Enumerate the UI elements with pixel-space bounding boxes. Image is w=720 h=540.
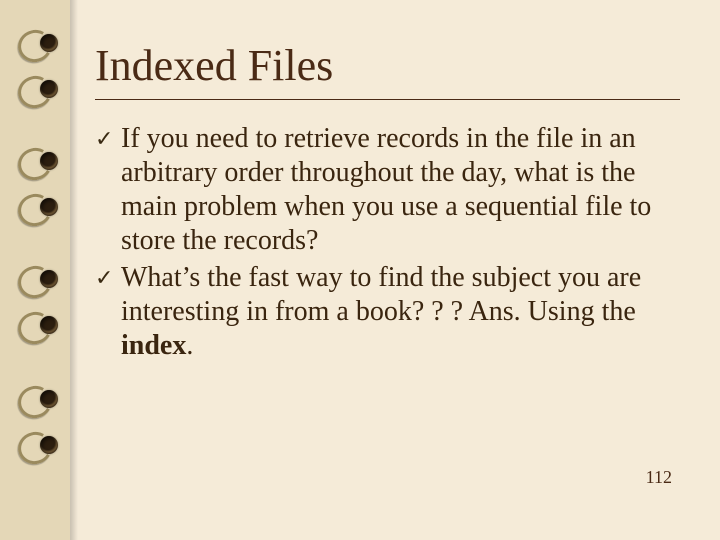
binder-ring (28, 312, 62, 356)
binder-ring (28, 194, 62, 238)
bullet-text: If you need to retrieve records in the f… (121, 122, 680, 259)
bullet-item: If you need to retrieve records in the f… (95, 122, 680, 259)
title-rule (95, 99, 680, 100)
binder-ring (28, 386, 62, 430)
binder-ring (28, 30, 62, 74)
slide-title: Indexed Files (95, 40, 680, 91)
checkmark-icon (95, 261, 121, 363)
bullet-text: What’s the fast way to find the subject … (121, 261, 680, 363)
slide: Indexed Files If you need to retrieve re… (0, 0, 720, 540)
bullet-text-pre: What’s the fast way to find the subject … (121, 262, 641, 327)
slide-body: If you need to retrieve records in the f… (95, 122, 680, 363)
binder-ring (28, 432, 62, 476)
ring-binder (0, 0, 70, 540)
binder-ring (28, 266, 62, 310)
binder-ring (28, 76, 62, 120)
bullet-text-bold: index (121, 330, 186, 361)
page-number: 112 (646, 467, 672, 488)
checkmark-icon (95, 122, 121, 259)
bullet-text-post: . (186, 330, 193, 361)
bullet-item: What’s the fast way to find the subject … (95, 261, 680, 363)
binder-ring (28, 148, 62, 192)
binder-shadow (70, 0, 78, 540)
slide-content: Indexed Files If you need to retrieve re… (95, 40, 680, 520)
